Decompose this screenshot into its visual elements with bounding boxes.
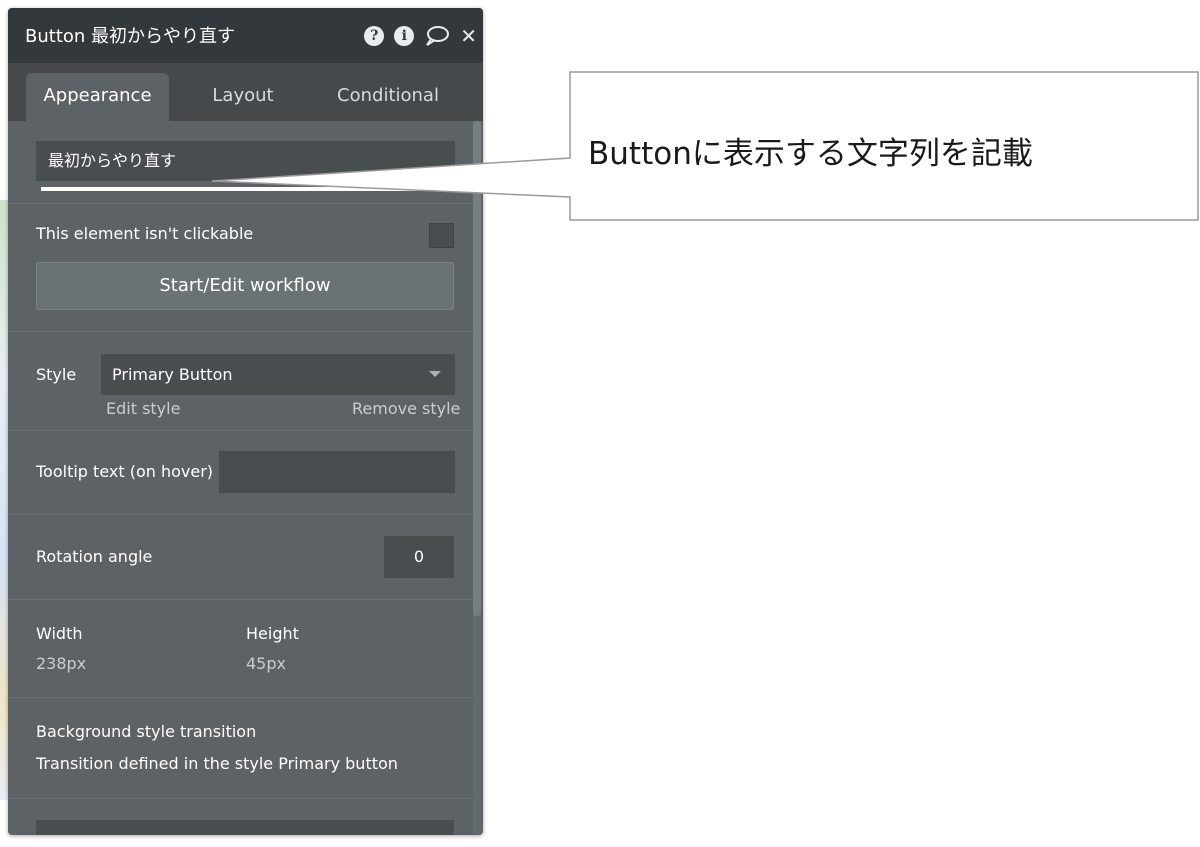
callout-text: Buttonに表示する文字列を記載	[588, 136, 1033, 172]
